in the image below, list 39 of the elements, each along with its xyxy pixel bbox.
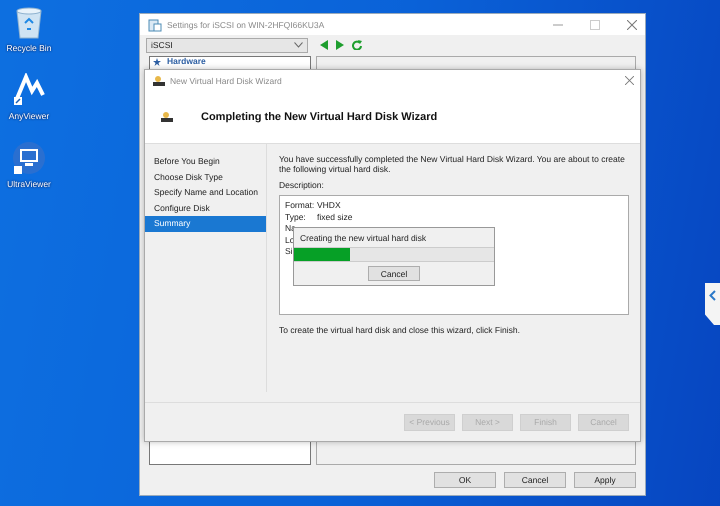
close-icon[interactable] bbox=[625, 76, 634, 85]
dialog-button[interactable]: OK bbox=[434, 472, 496, 488]
settings-icon bbox=[148, 18, 162, 32]
dialog-button[interactable]: Cancel bbox=[504, 472, 566, 488]
wizard-heading: Completing the New Virtual Hard Disk Wizard bbox=[201, 111, 438, 123]
intro-text: You have successfully completed the New Virtual Hard Disk Wizard. You are about to create the following virtual hard disk. bbox=[279, 154, 626, 174]
recycle-bin-icon[interactable] bbox=[14, 5, 44, 39]
refresh-icon[interactable] bbox=[352, 40, 362, 50]
wizard-step[interactable]: Specify Name and Location bbox=[145, 185, 266, 200]
dialog-button[interactable]: Apply bbox=[574, 472, 636, 488]
star-icon bbox=[153, 58, 161, 66]
chevron-left-icon bbox=[709, 290, 716, 301]
description-label: Description: bbox=[279, 180, 325, 190]
forward-icon[interactable] bbox=[336, 40, 344, 50]
close-icon[interactable] bbox=[627, 20, 637, 30]
desktop-icon-label[interactable]: UltraViewer bbox=[7, 179, 51, 189]
field-label: Si bbox=[285, 246, 294, 258]
chevron-icon bbox=[294, 42, 303, 48]
monitor-icon[interactable] bbox=[12, 141, 46, 175]
progress-message: Creating the new virtual hard disk bbox=[300, 233, 426, 243]
finish-note: To create the virtual hard disk and close this wizard, click Finish. bbox=[279, 325, 521, 335]
side-panel-tab[interactable] bbox=[705, 283, 720, 325]
vm-dropdown[interactable]: iSCSI bbox=[146, 38, 308, 52]
cancel-button[interactable]: Cancel bbox=[368, 266, 420, 281]
field-value: fixed size bbox=[317, 212, 352, 223]
back-icon[interactable] bbox=[320, 40, 328, 50]
desktop-icon-label[interactable]: Recycle Bin bbox=[6, 43, 52, 53]
window-title: New Virtual Hard Disk Wizard bbox=[170, 76, 282, 86]
wizard-step[interactable]: Configure Disk bbox=[145, 200, 266, 216]
field-label: Format: bbox=[285, 200, 316, 212]
wizard-step[interactable]: Before You Begin bbox=[145, 154, 266, 170]
window-title: Settings for iSCSI on WIN-2HFQI66KU3A bbox=[167, 20, 324, 30]
desktop-icon-label[interactable]: AnyViewer bbox=[8, 111, 50, 121]
wizard-step[interactable]: Choose Disk Type bbox=[145, 170, 266, 185]
tree-item[interactable]: Hardware bbox=[167, 57, 206, 66]
field-value: VHDX bbox=[317, 200, 341, 212]
field-label: Type: bbox=[285, 212, 307, 223]
shortcut-icon[interactable] bbox=[12, 73, 46, 107]
wizard-step[interactable]: Summary bbox=[145, 216, 266, 232]
